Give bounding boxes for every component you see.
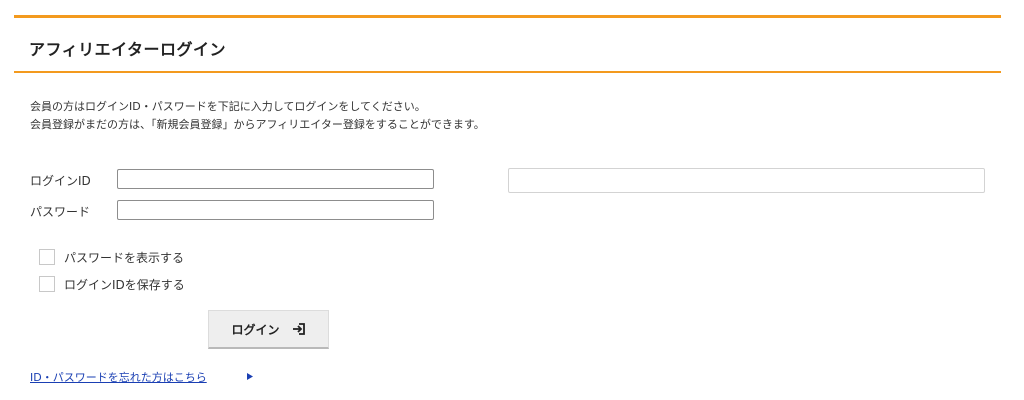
side-message-box [508,168,985,193]
password-label: パスワード [30,205,91,219]
intro-text: 会員の方はログインID・パスワードを下記に入力してログインをしてください。 会員… [30,98,485,134]
title-divider [14,71,1001,73]
forgot-password-link[interactable]: ID・パスワードを忘れた方はこちら [30,369,207,385]
show-password-checkbox[interactable] [39,249,55,265]
login-button[interactable]: ログイン [208,310,329,349]
password-input[interactable] [117,200,434,220]
page-title: アフィリエイターログイン [29,40,227,59]
save-login-id-option[interactable]: ログインIDを保存する [39,275,185,293]
intro-line-1: 会員の方はログインID・パスワードを下記に入力してログインをしてください。 [30,100,426,113]
save-login-id-checkbox[interactable] [39,276,55,292]
save-login-id-label: ログインIDを保存する [64,277,185,292]
triangle-right-icon [247,373,253,380]
intro-line-2: 会員登録がまだの方は、「新規会員登録」からアフィリエイター登録をすることができま… [30,118,485,131]
show-password-label: パスワードを表示する [64,250,185,265]
login-icon [292,323,306,335]
top-accent-rule [14,15,1001,18]
login-id-label: ログインID [30,174,91,188]
show-password-option[interactable]: パスワードを表示する [39,248,184,266]
login-id-input[interactable] [117,169,434,189]
login-button-label: ログイン [231,322,280,337]
